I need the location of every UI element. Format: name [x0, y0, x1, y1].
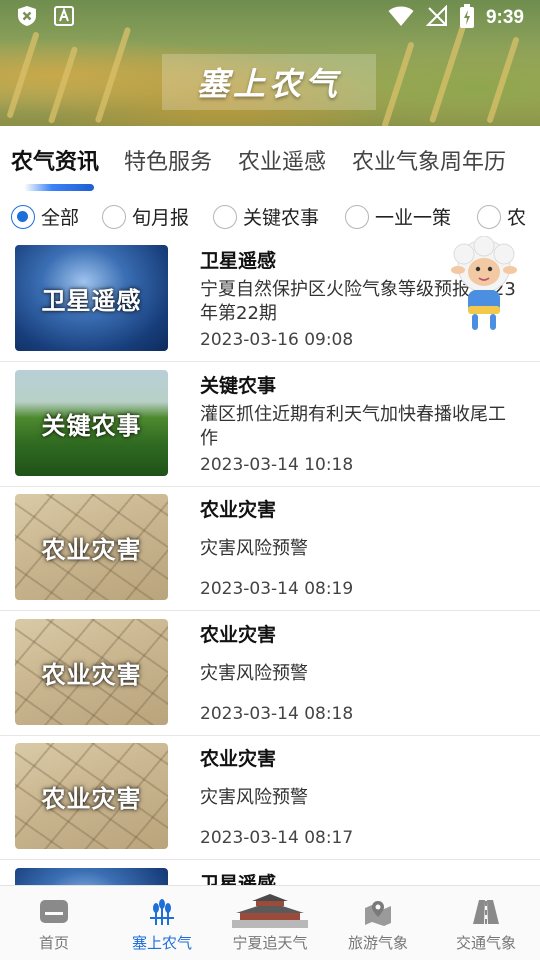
thumbnail-text: 卫星遥感 — [41, 286, 142, 315]
filter-one-industry[interactable]: 一业一策 — [345, 203, 451, 230]
thumbnail-text: 农业灾害 — [41, 784, 142, 813]
news-thumbnail: 关键农事 — [15, 370, 168, 476]
radio-icon — [345, 204, 369, 229]
tab-special-service[interactable]: 特色服务 — [124, 144, 212, 176]
news-time: 2023-03-14 10:18 — [200, 455, 354, 475]
nav-travel-weather[interactable]: 旅游气象 — [324, 886, 432, 960]
thumbnail-text: 关键农事 — [41, 411, 142, 440]
news-category: 农业灾害 — [200, 499, 277, 521]
news-summary: 灌区抓住近期有利天气加快春播收尾工作 — [200, 404, 506, 449]
filter-period-report[interactable]: 旬月报 — [102, 203, 189, 230]
news-item[interactable]: 农业灾害 农业灾害 灾害风险预警 2023-03-14 08:19 — [0, 487, 540, 611]
filter-label: 全部 — [41, 207, 80, 229]
news-time: 2023-03-14 08:18 — [200, 704, 354, 724]
no-signal-icon — [425, 4, 448, 31]
news-thumbnail: 农业灾害 — [15, 494, 168, 600]
sheep-mascot-icon — [451, 235, 517, 330]
nav-label: 宁夏追天气 — [232, 934, 308, 952]
text-a-icon — [54, 6, 74, 30]
filter-label: 农 — [507, 207, 527, 229]
battery-charging-icon — [459, 4, 474, 32]
nav-label: 首页 — [38, 934, 69, 952]
filter-all[interactable]: 全部 — [11, 203, 79, 230]
radio-icon — [102, 204, 126, 229]
news-item[interactable]: 关键农事 关键农事 灌区抓住近期有利天气加快春播收尾工作 2023-03-14 … — [0, 363, 540, 487]
tab-agri-calendar[interactable]: 农业气象周年历 — [352, 144, 506, 176]
news-item[interactable]: 农业灾害 农业灾害 灾害风险预警 2023-03-14 08:17 — [0, 736, 540, 860]
tab-indicator — [24, 184, 94, 191]
nav-saishang-agri[interactable]: 塞上农气 — [108, 886, 216, 960]
filter-label: 旬月报 — [132, 207, 190, 229]
news-category: 农业灾害 — [200, 624, 277, 646]
nav-label: 塞上农气 — [131, 934, 192, 952]
filter-label: 关键农事 — [243, 207, 320, 229]
news-category: 卫星遥感 — [200, 873, 277, 885]
bottom-nav: 首页 塞上农气 宁夏追天气 旅游气象 交通气象 — [0, 885, 540, 960]
news-time: 2023-03-14 08:17 — [200, 828, 354, 848]
nav-label: 旅游气象 — [347, 934, 408, 952]
radio-selected-icon — [11, 204, 35, 229]
thumbnail-text: 农业灾害 — [41, 660, 142, 689]
banner-title-box: 塞上农气 — [162, 54, 376, 110]
nav-ningxia-weather[interactable]: 宁夏追天气 — [216, 886, 324, 960]
home-icon — [39, 898, 69, 928]
map-pin-icon — [363, 898, 393, 930]
nav-label: 交通气象 — [455, 934, 516, 952]
filter-label: 一业一策 — [375, 207, 452, 229]
news-category: 农业灾害 — [200, 748, 277, 770]
tab-agri-remote-sensing[interactable]: 农业遥感 — [238, 144, 326, 176]
news-item[interactable]: 农业灾害 农业灾害 灾害风险预警 2023-03-14 08:18 — [0, 612, 540, 736]
shield-x-icon — [16, 5, 38, 31]
filter-agri[interactable]: 农 — [477, 203, 526, 230]
thumbnail-text: 农业灾害 — [41, 535, 142, 564]
nav-home[interactable]: 首页 — [0, 886, 108, 960]
news-thumbnail — [15, 868, 168, 885]
news-item[interactable]: 卫星遥感 — [0, 861, 540, 885]
news-time: 2023-03-14 08:19 — [200, 579, 354, 599]
status-bar: 9:39 — [0, 0, 540, 36]
road-icon — [471, 898, 501, 930]
news-thumbnail: 卫星遥感 — [15, 245, 168, 351]
radio-icon — [477, 204, 501, 229]
nav-traffic-weather[interactable]: 交通气象 — [432, 886, 540, 960]
filter-key-farming[interactable]: 关键农事 — [213, 203, 319, 230]
news-summary: 灾害风险预警 — [200, 663, 308, 684]
news-thumbnail: 农业灾害 — [15, 619, 168, 725]
news-category: 关键农事 — [200, 375, 277, 397]
floating-mascot[interactable] — [446, 235, 522, 336]
wifi-icon — [388, 5, 414, 31]
news-summary: 灾害风险预警 — [200, 787, 308, 808]
header-banner: 9:39 塞上农气 — [0, 0, 540, 126]
filter-bar: 全部 旬月报 关键农事 一业一策 农 — [0, 198, 540, 238]
news-thumbnail: 农业灾害 — [15, 743, 168, 849]
radio-icon — [213, 204, 237, 229]
banner-title: 塞上农气 — [196, 65, 341, 103]
wheat-icon — [147, 898, 177, 930]
news-time: 2023-03-16 09:08 — [200, 330, 354, 350]
category-tabs: 农气资讯 特色服务 农业遥感 农业气象周年历 — [0, 126, 540, 194]
news-summary: 灾害风险预警 — [200, 538, 308, 559]
tower-icon — [232, 894, 308, 932]
tab-agri-news[interactable]: 农气资讯 — [11, 144, 99, 176]
status-time: 9:39 — [485, 7, 524, 28]
news-category: 卫星遥感 — [200, 250, 277, 272]
